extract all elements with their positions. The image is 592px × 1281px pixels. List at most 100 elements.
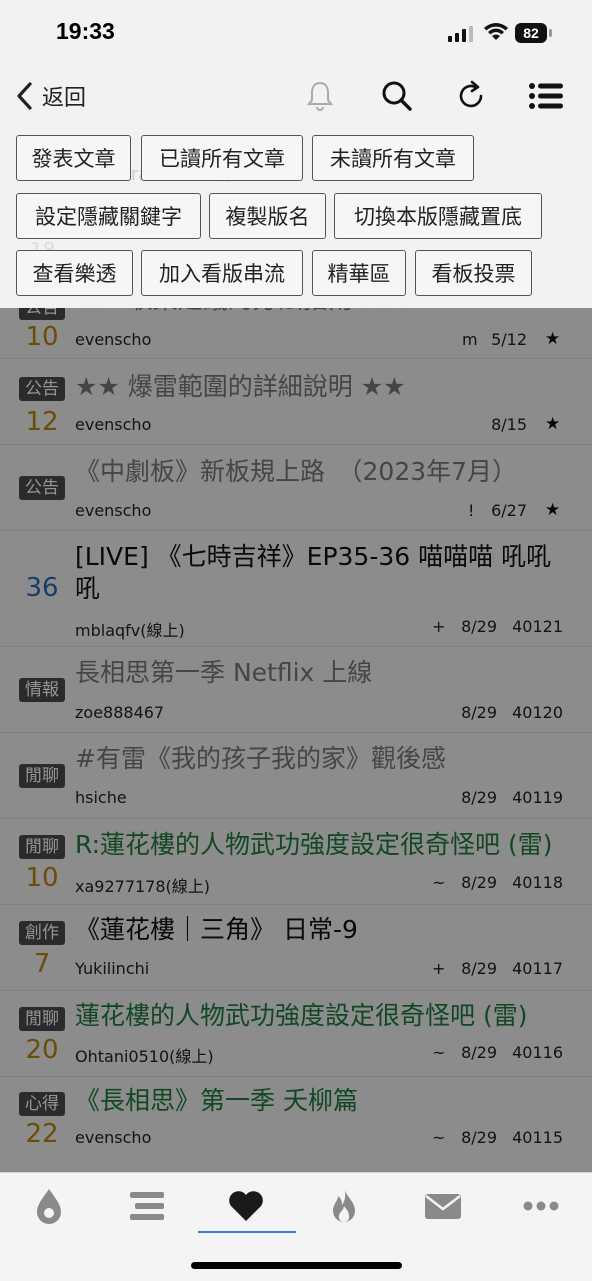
reply-count: 20 [25, 1035, 59, 1065]
flame-icon [333, 1189, 355, 1223]
tab-favorites[interactable] [216, 1183, 276, 1229]
list-item[interactable]: 閒聊 R:蓮花樓的人物武功強度設定很奇怪吧 (雷) 10 xa9277178(線… [0, 819, 592, 905]
post-title: 《蓮花樓｜三角》 日常-9 [75, 915, 358, 944]
more-icon [523, 1201, 559, 1211]
hidden-keywords-button[interactable]: 設定隱藏關鍵字 [16, 193, 201, 239]
toggle-hide-pinned-button[interactable]: 切換本版隱藏置底 [334, 193, 542, 239]
list-item[interactable]: 公告 ★★ 爆雷範圍的詳細說明 ★★ 12 evenscho 8/15 ★ [0, 359, 592, 445]
list-item[interactable]: 情報 長相思第一季 Netflix 上線 zoe888467 8/29 4012… [0, 647, 592, 733]
post-date: 8/29 [461, 788, 497, 807]
search-icon[interactable] [379, 78, 415, 114]
tab-hot[interactable] [314, 1183, 374, 1229]
post-tag: 心得 [19, 1092, 65, 1116]
tab-list[interactable] [117, 1183, 177, 1229]
refresh-icon[interactable] [453, 78, 489, 114]
post-author: evenscho [75, 501, 152, 520]
post-tag: 公告 [19, 476, 65, 500]
list-item[interactable]: 36 [LIVE] 《七時吉祥》EP35-36 喵喵喵 吼吼吼 mblaqfv(… [0, 531, 592, 647]
list-item[interactable]: 閒聊 蓮花樓的人物武功強度設定很奇怪吧 (雷) 20 Ohtani0510(線上… [0, 991, 592, 1077]
post-author: evenscho [75, 1128, 152, 1147]
post-number: 40115 [512, 1128, 563, 1147]
post-title: ★★ 爆雷範圍的詳細說明 ★★ [75, 372, 406, 401]
battery-indicator: 82 [515, 23, 547, 43]
reply-count: 22 [25, 1119, 59, 1149]
post-author: Yukilinchi [75, 959, 150, 978]
status-bar: 19:33 82 [0, 0, 592, 66]
mark-all-unread-button[interactable]: 未讀所有文章 [312, 135, 474, 181]
post-title: 長相思第一季 Netflix 上線 [75, 658, 373, 687]
post-title: 蓮花樓的人物武功強度設定很奇怪吧 (雷) [75, 1001, 528, 1030]
copy-board-name-button[interactable]: 複製版名 [209, 193, 326, 239]
post-tag: 情報 [19, 678, 65, 702]
post-date: 8/29 [461, 703, 497, 722]
bell-icon[interactable] [302, 78, 338, 114]
board-action-menu: 發表Chinadrama 公告 18 發表文章 已讀所有文章 未讀所有文章 設定… [0, 126, 592, 308]
post-article-button[interactable]: 發表文章 [16, 135, 131, 181]
add-board-stream-button[interactable]: 加入看版串流 [141, 250, 303, 296]
post-number: 40116 [512, 1043, 563, 1062]
post-date: 8/29 [461, 1043, 497, 1062]
heart-icon [229, 1191, 263, 1221]
reply-count: 10 [25, 322, 59, 352]
reply-count: 36 [25, 573, 59, 603]
battery-tip [549, 29, 552, 37]
pinned-star-icon: ★ [545, 329, 561, 349]
post-author: hsiche [75, 788, 127, 807]
mark-all-read-button[interactable]: 已讀所有文章 [141, 135, 303, 181]
reply-count: 12 [25, 407, 59, 437]
chevron-left-icon [17, 82, 32, 110]
post-title: 《中劇板》新板規上路 （2023年7月） [75, 457, 518, 486]
post-date: 6/27 [491, 501, 527, 520]
post-tag: 閒聊 [19, 835, 65, 859]
list-item[interactable]: 閒聊 #有雷《我的孩子我的家》觀後感 hsiche 8/29 40119 [0, 733, 592, 819]
post-number: 40119 [512, 788, 563, 807]
post-date: 8/29 [461, 617, 497, 636]
post-author: evenscho [75, 330, 152, 349]
list-item[interactable]: 公告 ★★ 收集建議的方法指南 ★★ 10 evenscho m 5/12 ★ [0, 285, 592, 359]
list-item[interactable]: 創作 《蓮花樓｜三角》 日常-9 7 Yukilinchi + 8/29 401… [0, 905, 592, 991]
post-title: R:蓮花樓的人物武功強度設定很奇怪吧 (雷) [75, 830, 553, 859]
post-title: #有雷《我的孩子我的家》觀後感 [75, 744, 446, 773]
post-date: 8/29 [461, 1128, 497, 1147]
post-tag: 閒聊 [19, 1007, 65, 1031]
post-number: 40117 [512, 959, 563, 978]
post-tag: 創作 [19, 921, 65, 945]
back-button[interactable]: 返回 [14, 78, 86, 114]
post-author: evenscho [75, 415, 152, 434]
list-icon [130, 1192, 164, 1220]
active-tab-indicator [198, 1231, 296, 1233]
tab-mail[interactable] [413, 1183, 473, 1229]
post-author: Ohtani0510(線上) [75, 1047, 214, 1066]
list-item[interactable]: 心得 《長相思》第一季 夭柳篇 22 evenscho ~ 8/29 40115 [0, 1077, 592, 1173]
pinned-star-icon: ★ [545, 500, 561, 520]
list-menu-icon[interactable] [528, 78, 564, 114]
mail-icon [425, 1194, 461, 1219]
home-indicator [191, 1262, 402, 1269]
post-author: mblaqfv(線上) [75, 621, 185, 640]
reply-count: 10 [25, 863, 59, 893]
post-date: 8/15 [491, 415, 527, 434]
status-time: 19:33 [56, 18, 115, 44]
pinned-star-icon: ★ [545, 414, 561, 434]
post-title: [LIVE] 《七時吉祥》EP35-36 喵喵喵 吼吼吼 [75, 542, 552, 603]
view-lottery-button[interactable]: 查看樂透 [16, 250, 133, 296]
list-item[interactable]: 公告 《中劇板》新板規上路 （2023年7月） evenscho ! 6/27 … [0, 445, 592, 531]
digest-button[interactable]: 精華區 [312, 250, 406, 296]
post-number: 40120 [512, 703, 563, 722]
tab-drop[interactable] [19, 1183, 79, 1229]
back-label: 返回 [42, 86, 87, 111]
post-date: 5/12 [491, 330, 527, 349]
reply-count: 7 [33, 949, 51, 979]
post-number: 40121 [512, 617, 563, 636]
nav-bar: 返回 [0, 66, 592, 126]
post-date: 8/29 [461, 959, 497, 978]
bottom-tab-bar [0, 1172, 592, 1281]
wifi-icon [484, 23, 508, 40]
board-vote-button[interactable]: 看板投票 [415, 250, 532, 296]
post-number: 40118 [512, 873, 563, 892]
post-tag: 公告 [19, 377, 65, 401]
post-date: 8/29 [461, 873, 497, 892]
post-author: xa9277178(線上) [75, 877, 211, 896]
signal-icon [448, 26, 473, 42]
tab-more[interactable] [511, 1183, 571, 1229]
